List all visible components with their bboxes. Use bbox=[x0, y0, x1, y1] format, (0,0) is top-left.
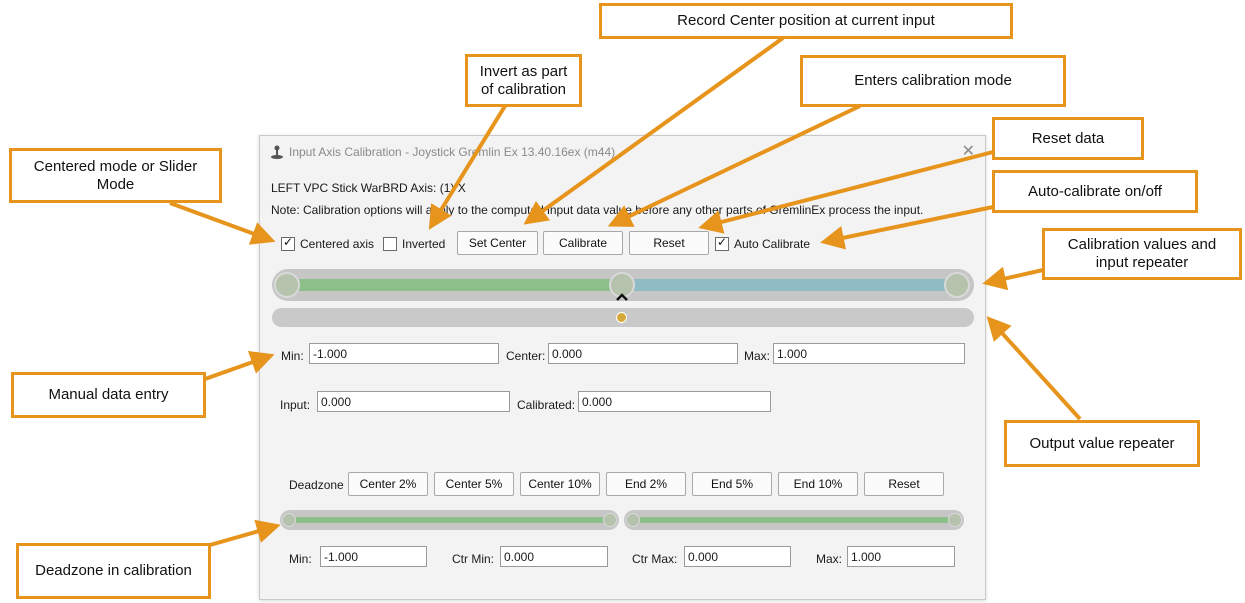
callout-reset-data: Reset data bbox=[992, 117, 1144, 160]
arrow-auto-calibrate bbox=[820, 205, 994, 250]
callout-auto-calibrate: Auto-calibrate on/off bbox=[992, 170, 1198, 213]
callout-invert: Invert as part of calibration bbox=[465, 54, 582, 107]
callout-calibration-values: Calibration values and input repeater bbox=[1042, 228, 1242, 280]
callout-centered-mode: Centered mode or Slider Mode bbox=[9, 148, 222, 203]
arrow-invert bbox=[428, 104, 507, 230]
arrow-centered-mode bbox=[169, 201, 276, 245]
arrow-calibration-values bbox=[982, 266, 1044, 291]
callout-record-center: Record Center position at current input bbox=[599, 3, 1013, 39]
arrow-enters-calibration bbox=[607, 104, 861, 227]
arrow-deadzone bbox=[209, 519, 281, 547]
arrow-output-repeater bbox=[986, 316, 1082, 421]
arrow-manual-entry bbox=[204, 351, 275, 381]
callout-enters-calibration: Enters calibration mode bbox=[800, 55, 1066, 107]
callout-output-repeater: Output value repeater bbox=[1004, 420, 1200, 467]
callout-deadzone: Deadzone in calibration bbox=[16, 543, 211, 599]
callout-manual-entry: Manual data entry bbox=[11, 372, 206, 418]
